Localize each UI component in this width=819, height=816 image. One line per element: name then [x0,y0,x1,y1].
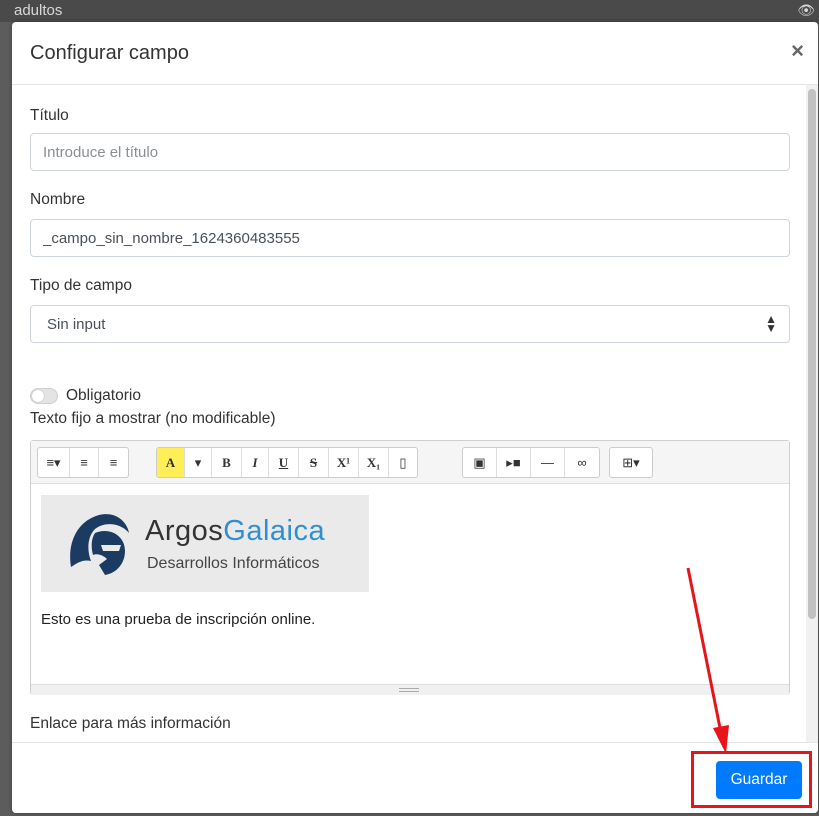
annotation-arrow-head [713,725,729,754]
annotation-arrow-line [686,567,723,734]
annotation-arrow [686,567,729,754]
